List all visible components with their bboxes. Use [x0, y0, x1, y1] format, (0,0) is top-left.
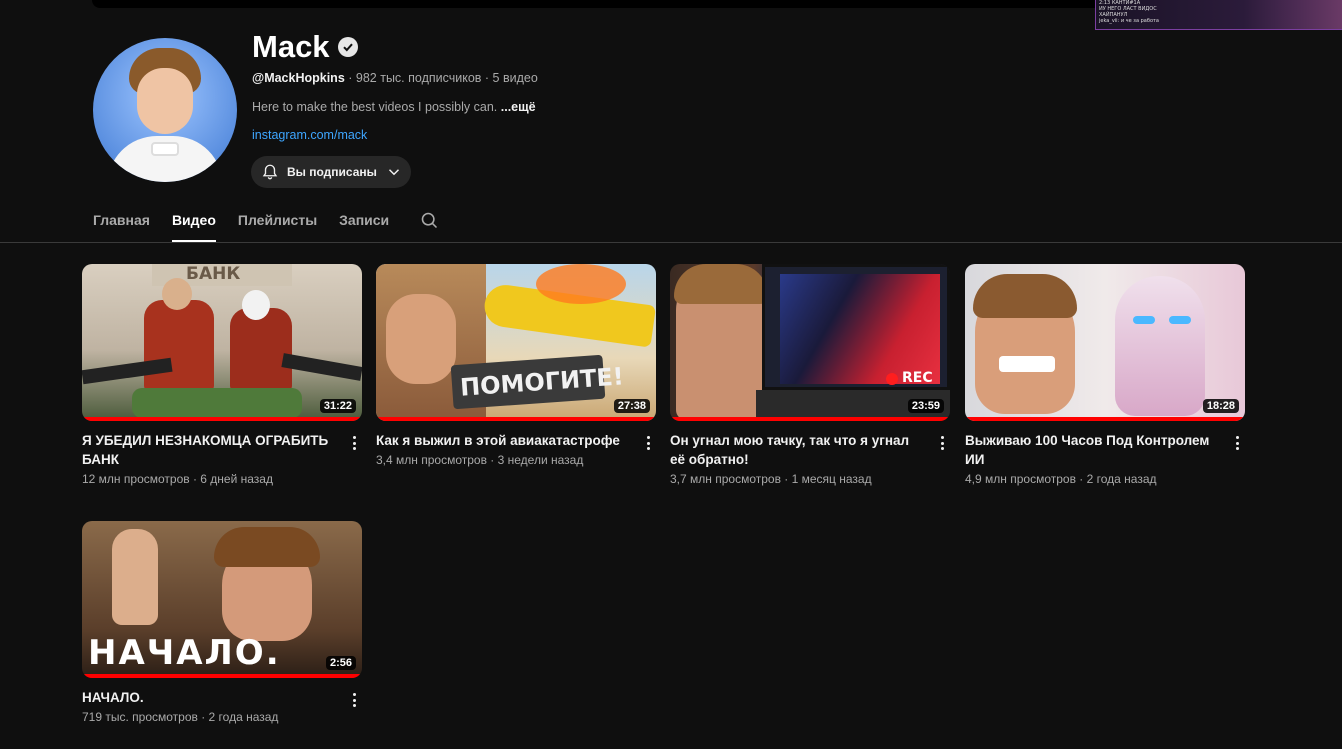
channel-banner[interactable] — [92, 0, 1102, 8]
avatar-bowtie — [151, 142, 179, 156]
video-thumbnail[interactable]: НАЧАЛО. 2:56 — [82, 521, 362, 678]
thumbnail-text: REC — [902, 370, 933, 386]
chevron-down-icon — [388, 169, 399, 176]
watched-progress-bar — [670, 417, 950, 421]
more-options-icon[interactable] — [348, 434, 360, 452]
thumbnail-text: НАЧАЛО. — [88, 633, 281, 673]
more-options-icon[interactable] — [936, 434, 948, 452]
video-card[interactable]: НАЧАЛО. 2:56 НАЧАЛО. 719 тыс. просмотров… — [82, 521, 362, 724]
channel-meta: @MackHopkins · 982 тыс. подписчиков · 5 … — [252, 71, 538, 85]
video-card[interactable]: 18:28 Выживаю 100 Часов Под Контролем ИИ… — [965, 264, 1245, 486]
avatar-face — [137, 68, 193, 134]
watched-progress-bar — [376, 417, 656, 421]
video-title[interactable]: Он угнал мою тачку, так что я угнал её о… — [670, 431, 924, 469]
video-meta: 12 млн просмотров · 6 дней назад — [82, 472, 273, 486]
video-thumbnail[interactable]: БАНК 31:22 — [82, 264, 362, 421]
search-icon[interactable] — [419, 204, 440, 236]
video-title[interactable]: Я УБЕДИЛ НЕЗНАКОМЦА ОГРАБИТЬ БАНК — [82, 431, 336, 469]
channel-link[interactable]: instagram.com/mack — [252, 128, 367, 142]
verified-check-icon — [337, 37, 358, 57]
description-text: Here to make the best videos I possibly … — [252, 100, 501, 114]
channel-title: Mack — [252, 29, 358, 65]
watched-progress-bar — [82, 417, 362, 421]
video-card[interactable]: REC 23:59 Он угнал мою тачку, так что я … — [670, 264, 950, 486]
video-duration: 18:28 — [1202, 399, 1239, 413]
video-title[interactable]: Как я выжил в этой авиакатастрофе — [376, 431, 630, 450]
more-options-icon[interactable] — [1231, 434, 1243, 452]
video-duration: 23:59 — [907, 399, 944, 413]
video-thumbnail[interactable]: REC 23:59 — [670, 264, 950, 421]
more-options-icon[interactable] — [348, 691, 360, 709]
channel-avatar[interactable] — [93, 38, 237, 182]
video-thumbnail[interactable]: 18:28 — [965, 264, 1245, 421]
video-duration: 27:38 — [613, 399, 650, 413]
watched-progress-bar — [965, 417, 1245, 421]
video-card[interactable]: БАНК 31:22 Я УБЕДИЛ НЕЗНАКОМЦА ОГРАБИТЬ … — [82, 264, 362, 486]
video-meta: 3,7 млн просмотров · 1 месяц назад — [670, 472, 872, 486]
channel-stats: · 982 тыс. подписчиков · 5 видео — [344, 71, 538, 85]
tabs-divider — [0, 242, 1342, 243]
watched-progress-bar — [82, 674, 362, 678]
tab-posts[interactable]: Записи — [339, 204, 389, 242]
video-meta: 4,9 млн просмотров · 2 года назад — [965, 472, 1157, 486]
channel-handle[interactable]: @MackHopkins — [252, 71, 345, 85]
video-duration: 31:22 — [319, 399, 356, 413]
stream-chat-overlay: 2:13 КАНТИ#1А ИУ НЕГО ЛАСТ ВИДОС ХАЙПАНУ… — [1095, 0, 1342, 30]
video-title[interactable]: Выживаю 100 Часов Под Контролем ИИ — [965, 431, 1219, 469]
more-options-icon[interactable] — [642, 434, 654, 452]
subscribed-button[interactable]: Вы подписаны — [251, 156, 411, 188]
video-title[interactable]: НАЧАЛО. — [82, 688, 336, 707]
bell-icon — [262, 164, 278, 180]
channel-page: 2:13 КАНТИ#1А ИУ НЕГО ЛАСТ ВИДОС ХАЙПАНУ… — [0, 0, 1342, 749]
video-thumbnail[interactable]: ПОМОГИТЕ! 27:38 — [376, 264, 656, 421]
thumbnail-text: БАНК — [186, 264, 241, 284]
channel-name-text: Mack — [252, 29, 330, 64]
more-link[interactable]: ...ещё — [501, 100, 536, 114]
subscribed-label: Вы подписаны — [287, 165, 377, 179]
tab-videos[interactable]: Видео — [171, 204, 216, 242]
video-card[interactable]: ПОМОГИТЕ! 27:38 Как я выжил в этой авиак… — [376, 264, 656, 467]
video-meta: 3,4 млн просмотров · 3 недели назад — [376, 453, 584, 467]
channel-tabs: Главная Видео Плейлисты Записи — [93, 204, 440, 242]
video-meta: 719 тыс. просмотров · 2 года назад — [82, 710, 279, 724]
chat-line: jeka_vii: и че за работа — [1099, 18, 1159, 24]
tab-playlists[interactable]: Плейлисты — [238, 204, 317, 242]
channel-description[interactable]: Here to make the best videos I possibly … — [252, 100, 536, 114]
tab-home[interactable]: Главная — [93, 204, 150, 242]
video-duration: 2:56 — [325, 656, 356, 670]
